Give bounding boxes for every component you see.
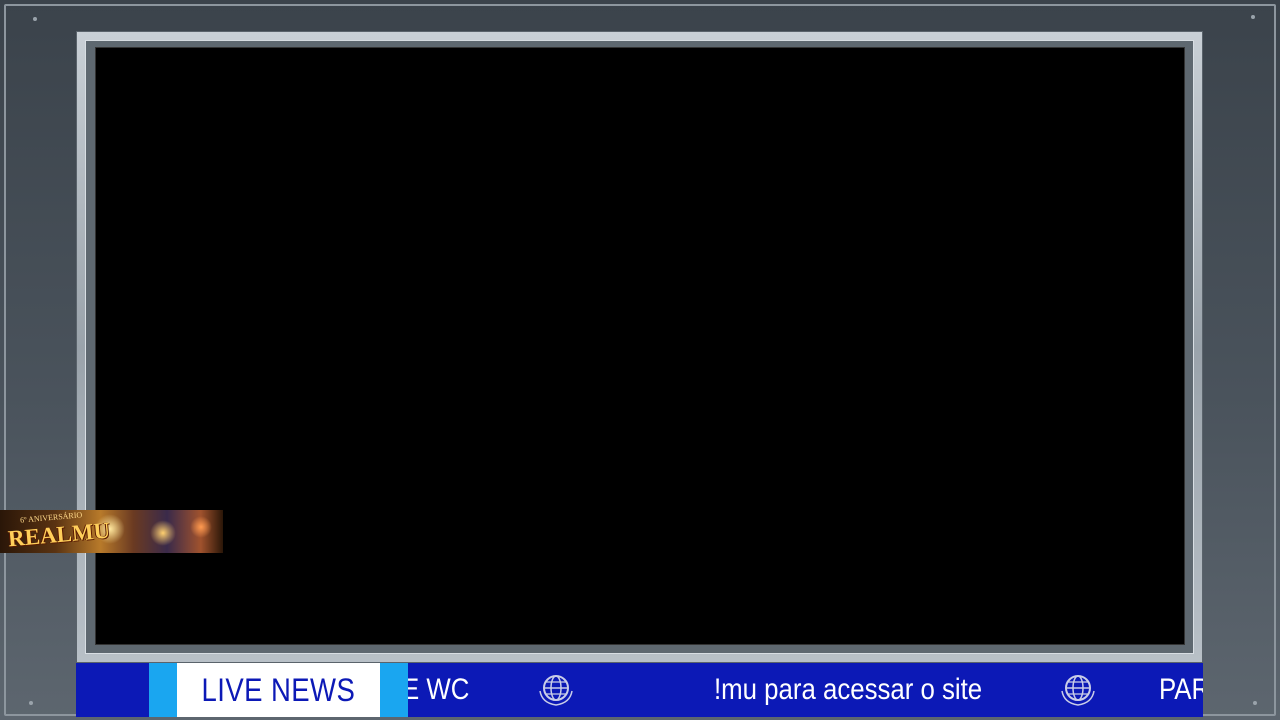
corner-rivet: [33, 17, 37, 21]
live-news-badge: LIVE NEWS: [177, 663, 380, 717]
globe-emblem-icon: [539, 675, 573, 706]
corner-rivet: [29, 701, 33, 705]
live-news-label: LIVE NEWS: [201, 671, 356, 708]
ticker-item: PARTY JE: [1159, 673, 1203, 706]
video-screen: [95, 47, 1185, 645]
banner-glow: [190, 516, 212, 538]
promo-banner[interactable]: 6º ANIVERSÁRIO REALMU: [0, 510, 223, 553]
ticker-item: E WC: [408, 673, 470, 706]
ticker-track: E WC !mu para acessar o site PARTY JE: [408, 663, 1203, 717]
ticker-item: !mu para acessar o site: [714, 673, 983, 706]
banner-glow: [150, 520, 176, 546]
corner-rivet: [1253, 701, 1257, 705]
corner-rivet: [1251, 15, 1255, 19]
globe-emblem-icon: [1061, 675, 1095, 706]
news-ticker: LIVE NEWS E WC !mu para acessar o site P…: [76, 663, 1203, 717]
